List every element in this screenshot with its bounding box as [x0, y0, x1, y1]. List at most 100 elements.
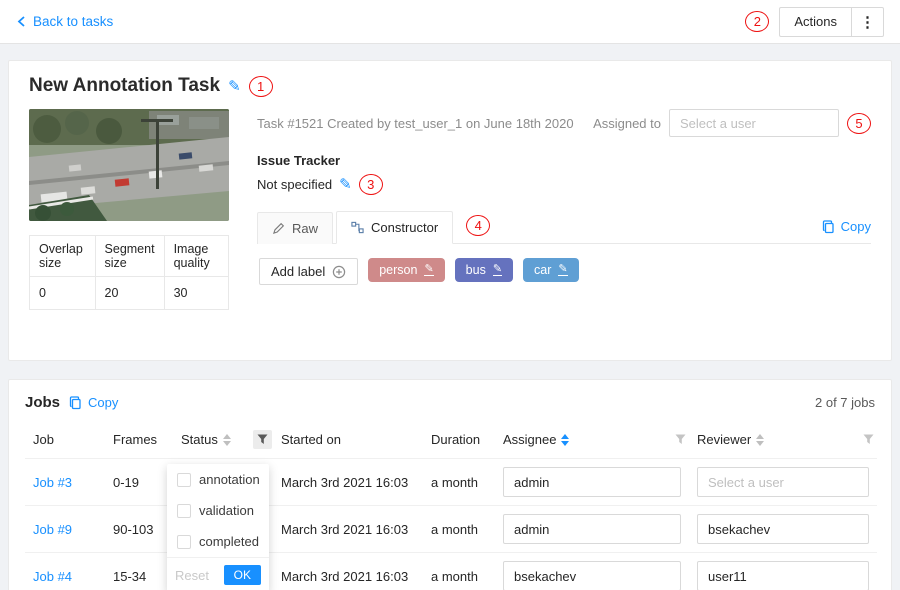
edit-label-person-icon: ✎ — [424, 264, 433, 276]
tab-raw-label: Raw — [292, 221, 318, 236]
assignee-sort-icon[interactable] — [561, 434, 569, 446]
param-header-segment: Segment size — [95, 236, 164, 277]
filter-reset-button[interactable]: Reset — [175, 568, 209, 583]
actions-button[interactable]: Actions — [779, 7, 851, 37]
jobs-count: 2 of 7 jobs — [815, 395, 875, 410]
col-frames: Frames — [105, 421, 173, 459]
labels-constructor-panel: Add label person ✎ bus ✎ car ✎ — [257, 244, 871, 340]
labels-copy-link[interactable]: Copy — [822, 219, 871, 234]
job-duration: a month — [423, 506, 495, 553]
job-assignee-input[interactable] — [503, 514, 681, 544]
task-thumbnail — [29, 109, 229, 221]
param-header-overlap: Overlap size — [30, 236, 96, 277]
status-filter-dropdown: annotation validation completed Reset OK — [167, 464, 269, 590]
col-status-filter — [245, 421, 273, 459]
job-duration: a month — [423, 459, 495, 506]
job-link[interactable]: Job #3 — [33, 475, 72, 490]
col-reviewer-filter — [851, 421, 877, 459]
actions-button-group: Actions ⋮ — [779, 7, 884, 37]
filter-option-completed[interactable]: completed — [167, 526, 269, 557]
label-chip-car-name: car — [534, 263, 551, 277]
chevron-left-icon — [16, 15, 27, 28]
plus-circle-icon — [332, 265, 346, 279]
job-assignee-input[interactable] — [503, 561, 681, 590]
param-value-overlap: 0 — [30, 277, 96, 310]
col-duration: Duration — [423, 421, 495, 459]
assignee-filter-icon[interactable] — [671, 430, 689, 449]
job-link[interactable]: Job #4 — [33, 569, 72, 584]
param-value-segment: 20 — [95, 277, 164, 310]
job-row: Job #9 90-103 March 3rd 2021 16:03 a mon… — [25, 506, 877, 553]
edit-issue-tracker-icon[interactable]: ✎ — [339, 177, 352, 192]
tab-constructor[interactable]: Constructor — [336, 211, 453, 244]
back-to-tasks-label: Back to tasks — [33, 14, 113, 29]
kebab-icon: ⋮ — [860, 14, 875, 31]
filter-ok-button[interactable]: OK — [224, 565, 261, 585]
label-chip-bus-name: bus — [466, 263, 486, 277]
job-reviewer-input[interactable] — [697, 467, 869, 497]
job-assignee-input[interactable] — [503, 467, 681, 497]
checkbox-validation[interactable] — [177, 504, 191, 518]
param-header-quality: Image quality — [164, 236, 228, 277]
raw-pencil-icon — [272, 222, 285, 235]
job-row: Job #3 0-19 March 3rd 2021 16:03 a month — [25, 459, 877, 506]
jobs-table: Job Frames Status Started on Duration — [25, 421, 877, 590]
job-frames: 0-19 — [105, 459, 173, 506]
annotation-circle-5: 5 — [847, 113, 871, 134]
col-job: Job — [25, 421, 105, 459]
col-reviewer: Reviewer — [689, 421, 851, 459]
reviewer-sort-icon[interactable] — [756, 434, 764, 446]
back-to-tasks-link[interactable]: Back to tasks — [16, 14, 113, 29]
jobs-card: Jobs Copy 2 of 7 jobs Job Frames Status — [8, 379, 892, 590]
edit-label-bus-icon: ✎ — [493, 264, 502, 276]
col-started-on: Started on — [273, 421, 423, 459]
job-started: March 3rd 2021 16:03 — [273, 506, 423, 553]
job-reviewer-input[interactable] — [697, 561, 869, 590]
job-duration: a month — [423, 553, 495, 590]
annotation-circle-2: 2 — [745, 11, 769, 32]
job-frames: 90-103 — [105, 506, 173, 553]
task-title: New Annotation Task — [29, 75, 220, 97]
issue-tracker-value: Not specified — [257, 177, 332, 192]
copy-icon — [69, 396, 82, 410]
assigned-to-label: Assigned to — [593, 116, 661, 131]
task-parameters-table: Overlap size Segment size Image quality … — [29, 235, 229, 310]
issue-tracker-label: Issue Tracker — [257, 153, 871, 168]
annotation-circle-4: 4 — [466, 215, 490, 236]
task-assignee-input[interactable] — [669, 109, 839, 137]
jobs-copy-link[interactable]: Copy — [69, 395, 118, 410]
annotation-circle-3: 3 — [359, 174, 383, 195]
label-chip-car[interactable]: car ✎ — [523, 258, 579, 282]
filter-option-validation[interactable]: validation — [167, 495, 269, 526]
tab-raw[interactable]: Raw — [257, 212, 333, 244]
copy-icon — [822, 220, 835, 234]
checkbox-completed[interactable] — [177, 535, 191, 549]
edit-task-name-icon[interactable]: ✎ — [228, 79, 241, 94]
job-started: March 3rd 2021 16:03 — [273, 553, 423, 590]
jobs-copy-label: Copy — [88, 395, 118, 410]
status-sort-icon[interactable] — [223, 434, 231, 446]
job-row: Job #4 15-34 March 3rd 2021 16:03 a mont… — [25, 553, 877, 590]
label-chip-person-name: person — [379, 263, 417, 277]
edit-label-car-icon: ✎ — [558, 264, 567, 276]
job-started: March 3rd 2021 16:03 — [273, 459, 423, 506]
actions-menu-button[interactable]: ⋮ — [851, 7, 884, 37]
jobs-title: Jobs — [25, 394, 60, 411]
label-chip-person[interactable]: person ✎ — [368, 258, 444, 282]
col-assignee: Assignee — [495, 421, 663, 459]
job-reviewer-input[interactable] — [697, 514, 869, 544]
labels-copy-label: Copy — [841, 219, 871, 234]
param-value-quality: 30 — [164, 277, 228, 310]
col-assignee-filter — [663, 421, 689, 459]
label-chip-bus[interactable]: bus ✎ — [455, 258, 513, 282]
job-link[interactable]: Job #9 — [33, 522, 72, 537]
job-frames: 15-34 — [105, 553, 173, 590]
annotation-circle-1: 1 — [249, 76, 273, 97]
add-label-button[interactable]: Add label — [259, 258, 358, 285]
reviewer-filter-icon[interactable] — [859, 430, 877, 449]
filter-option-annotation[interactable]: annotation — [167, 464, 269, 495]
tab-constructor-label: Constructor — [371, 220, 438, 235]
status-filter-icon[interactable] — [253, 430, 272, 449]
checkbox-annotation[interactable] — [177, 473, 191, 487]
constructor-icon — [351, 221, 364, 234]
